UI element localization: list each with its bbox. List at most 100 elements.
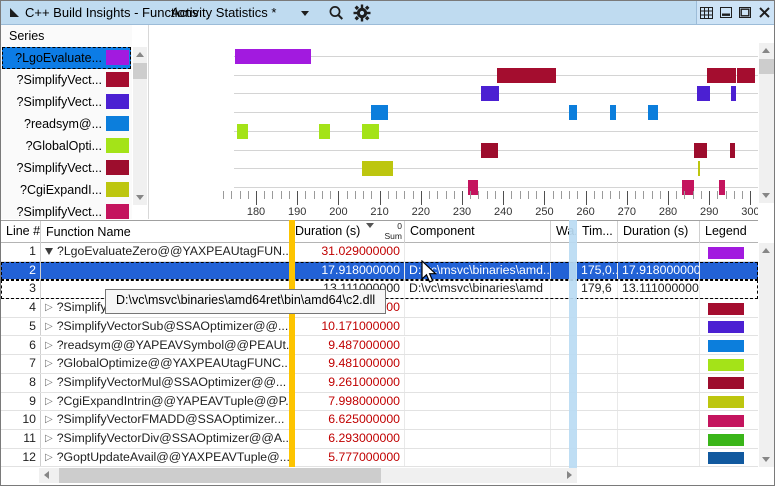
series-item[interactable]: ?SimplifyVect... [2, 91, 131, 113]
chart-bar[interactable] [361, 161, 394, 177]
chart-bar[interactable] [696, 86, 710, 102]
series-item[interactable]: ?GlobalOpti... [2, 135, 131, 157]
chart-bar[interactable] [729, 142, 736, 158]
legend-swatch [708, 340, 744, 352]
search-icon[interactable] [327, 4, 345, 22]
chart-bar[interactable] [737, 67, 755, 83]
axis-tick-label: 230 [452, 206, 472, 218]
chart-bar[interactable] [480, 86, 500, 102]
expander-closed-icon[interactable]: ▷ [45, 337, 53, 355]
chart-bar[interactable] [731, 86, 736, 102]
scroll-down-icon[interactable] [762, 457, 770, 462]
grid-scrollbar-vertical[interactable] [759, 243, 774, 467]
scrollbar-thumb[interactable] [133, 63, 147, 79]
col-header-duration-sum[interactable]: Duration (s) 0 Sum [290, 221, 405, 243]
minimize-icon[interactable] [718, 5, 734, 21]
chart-bar[interactable] [719, 179, 725, 195]
table-row[interactable]: 12 ▷ ?GoptUpdateAvail@@YAXPEAVTuple@... 5.7… [1, 448, 758, 468]
table-row[interactable]: 1 ?LgoEvaluateZero@@YAXPEAUtagFUN... 31.02… [1, 243, 758, 262]
cell-function-name: ▷ ?readsym@@YAPEAVSymbol@@PEAUt... [41, 336, 290, 355]
table-row[interactable]: 11 ▷ ?SimplifyVectorDiv@SSAOptimizer@@A...… [1, 430, 758, 449]
chart-bar[interactable] [480, 142, 498, 158]
table-row[interactable]: 8 ▷ ?SimplifyVectorMul@SSAOptimizer@@... 9.… [1, 373, 758, 393]
series-item[interactable]: ?LgoEvaluate... [2, 47, 131, 69]
expander-closed-icon[interactable]: ▷ [45, 318, 53, 336]
axis-tick-label: 290 [700, 206, 719, 218]
expander-closed-icon[interactable]: ▷ [45, 299, 53, 317]
chart-bar[interactable] [569, 105, 578, 121]
scrollbar-thumb[interactable] [759, 59, 774, 74]
series-label: ?SimplifyVect... [16, 161, 102, 175]
gear-icon[interactable] [353, 4, 371, 22]
expander-closed-icon[interactable]: ▷ [45, 430, 53, 448]
chart-bar[interactable] [235, 49, 311, 64]
axis-tick [280, 191, 282, 199]
axis-tick [486, 191, 488, 199]
chart-bar[interactable] [370, 105, 388, 121]
functions-grid: Line # Function Name Duration (s) 0 Sum C… [1, 220, 758, 468]
axis-tick-label: 220 [411, 206, 430, 218]
chart-bar[interactable] [319, 123, 331, 139]
scroll-right-icon[interactable] [567, 471, 572, 479]
view-selector-dropdown[interactable]: Activity Statistics * [171, 5, 276, 20]
chart-bar[interactable] [609, 105, 617, 121]
series-scrollbar[interactable] [133, 47, 147, 205]
series-label: ?CgiExpandI... [20, 183, 102, 197]
cell-function-name [41, 261, 290, 280]
series-item[interactable]: ?SimplifyVect... [2, 157, 131, 179]
table-row[interactable]: 7 ▷ ?GlobalOptimize@@YAXPEAUtagFUNC... 9.48… [1, 355, 758, 374]
cell-legend [700, 299, 758, 317]
expander-closed-icon[interactable]: ▷ [45, 449, 53, 467]
close-icon[interactable] [756, 5, 772, 21]
series-item[interactable]: ?SimplifyVect... [2, 69, 131, 91]
col-header-function-name[interactable]: Function Name [41, 221, 290, 243]
chart-scrollbar[interactable] [759, 43, 774, 203]
window-position-icon[interactable] [699, 5, 715, 21]
chart-bar[interactable] [647, 105, 659, 121]
chart-bar[interactable] [707, 67, 736, 83]
table-row[interactable]: 5 ▷ ?SimplifyVectorSub@SSAOptimizer@@... 10… [1, 317, 758, 337]
table-row[interactable]: 10 ▷ ?SimplifyVectorFMADD@SSAOptimizer... 6… [1, 411, 758, 430]
col-header-time[interactable]: Tim... [577, 221, 618, 243]
cell-duration [618, 448, 700, 467]
col-header-component[interactable]: Component [405, 221, 551, 243]
series-item[interactable]: ?CgiExpandI... [2, 179, 131, 201]
scroll-up-icon[interactable] [762, 248, 770, 253]
expander-closed-icon[interactable]: ▷ [45, 411, 53, 429]
cell-time [577, 299, 618, 317]
scroll-up-icon[interactable] [136, 52, 144, 57]
scroll-down-icon[interactable] [762, 193, 770, 198]
chevron-down-icon[interactable] [301, 11, 309, 16]
expander-open-icon[interactable] [45, 248, 53, 256]
chart-bar[interactable] [237, 123, 249, 139]
axis-tick-label: 200 [329, 206, 348, 218]
col-header-duration[interactable]: Duration (s) [618, 221, 700, 243]
chart-bar[interactable] [497, 67, 556, 83]
table-row[interactable]: 2 17.918000000 D:\vc\msvc\binaries\amd... 1… [1, 261, 758, 281]
scrollbar-thumb[interactable] [59, 468, 381, 483]
chart-bar[interactable] [361, 123, 380, 139]
collapse-triangle-icon[interactable] [10, 8, 19, 17]
scroll-left-icon[interactable] [44, 471, 49, 479]
cell-time [577, 355, 618, 373]
scroll-up-icon[interactable] [762, 48, 770, 53]
chart-bar[interactable] [693, 142, 708, 158]
chart-bar[interactable] [698, 161, 701, 177]
expander-closed-icon[interactable]: ▷ [45, 355, 53, 373]
series-item[interactable]: ?readsym@... [2, 113, 131, 135]
scroll-down-icon[interactable] [136, 195, 144, 200]
cell-line-number: 7 [1, 355, 41, 373]
frozen-column-splitter[interactable] [289, 220, 295, 467]
col-header-line[interactable]: Line # [1, 221, 41, 243]
cell-function-name: ▷ ?CgiExpandIntrin@@YAPEAVTuple@@P... [41, 392, 290, 411]
table-row[interactable]: 9 ▷ ?CgiExpandIntrin@@YAPEAVTuple@@P... 7.9… [1, 392, 758, 412]
activity-chart[interactable]: 180 190 200 210 220 230 240 250 260 270 280 290 300 [148, 25, 758, 219]
grid-scrollbar-horizontal[interactable] [39, 468, 577, 483]
col-header-legend[interactable]: Legend [700, 221, 758, 243]
maximize-icon[interactable] [737, 5, 753, 21]
cell-duration [618, 317, 700, 336]
table-row[interactable]: 6 ▷ ?readsym@@YAPEAVSymbol@@PEAUt... 9.4870… [1, 336, 758, 356]
legend-swatch [708, 396, 744, 409]
expander-closed-icon[interactable]: ▷ [45, 374, 53, 392]
expander-closed-icon[interactable]: ▷ [45, 393, 53, 411]
